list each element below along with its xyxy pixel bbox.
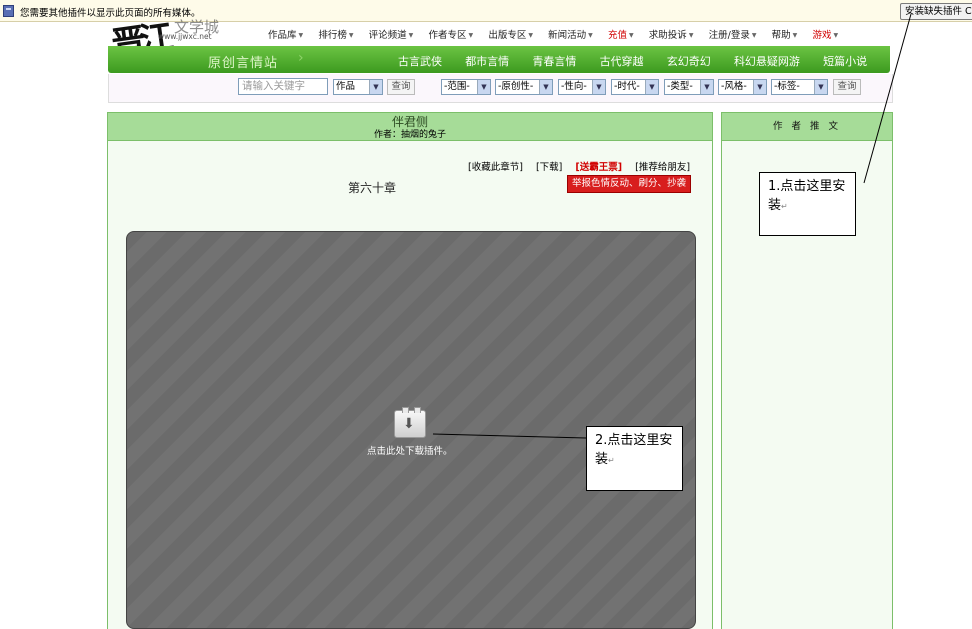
dropdown-arrow-icon: ▼ bbox=[539, 80, 552, 94]
category-item[interactable]: 古代穿越 bbox=[600, 53, 644, 69]
caret-down-icon: ▼ bbox=[528, 32, 533, 39]
filter-query-button[interactable]: 查询 bbox=[833, 79, 861, 95]
plugin-notification-bar: 您需要其他插件以显示此页面的所有媒体。 安装缺失插件 C bbox=[0, 0, 972, 22]
caret-down-icon: ▼ bbox=[751, 32, 757, 39]
chapter-actions: [收藏此章节] [下载] [送霸王票] [推荐给朋友] bbox=[468, 159, 700, 173]
return-mark-icon: ↵ bbox=[781, 202, 788, 211]
top-nav-item[interactable]: 评论频道 ▼ bbox=[369, 27, 414, 41]
filter-scope-select[interactable]: -范围- ▼ bbox=[441, 79, 491, 95]
chapter-panel-header: 伴君侧 作者：抽烟的兔子 bbox=[108, 113, 712, 141]
dropdown-arrow-icon: ▼ bbox=[592, 80, 605, 94]
report-button[interactable]: 举报色情反动、刷分、抄袭 bbox=[567, 175, 691, 193]
site-logo-url: www.jjwxc.net bbox=[158, 32, 212, 41]
caret-down-icon: ▼ bbox=[588, 32, 593, 39]
chapter-title: 第六十章 bbox=[348, 181, 397, 195]
dropdown-arrow-icon: ▼ bbox=[753, 80, 766, 94]
top-navigation: 作品库 ▼ 排行榜 ▼ 评论频道 ▼ 作者专区 ▼ 出版专区 ▼ 新闻活动 ▼ 充值 ▼ 求助… bbox=[268, 27, 850, 41]
dropdown-arrow-icon: ▼ bbox=[645, 80, 658, 94]
install-missing-plugins-button[interactable]: 安装缺失插件 C bbox=[900, 3, 972, 20]
download-link[interactable]: [下载] bbox=[536, 162, 562, 173]
instruction-callout-1: 1.点击这里安装↵ bbox=[759, 172, 856, 236]
site-section-title[interactable]: 原创言情站 bbox=[208, 52, 278, 71]
caret-down-icon: ▼ bbox=[348, 32, 354, 39]
instruction-callout-2-text: 2.点击这里安装 bbox=[595, 433, 673, 467]
instruction-callout-1-text: 1.点击这里安装 bbox=[768, 179, 846, 213]
filter-originality-select[interactable]: -原创性- ▼ bbox=[495, 79, 553, 95]
caret-down-icon: ▼ bbox=[833, 32, 839, 39]
top-nav-item[interactable]: 排行榜 ▼ bbox=[318, 27, 353, 41]
filter-style-select[interactable]: -风格- ▼ bbox=[718, 79, 767, 95]
caret-down-icon: ▼ bbox=[792, 32, 798, 39]
download-arrow-icon: ⬇ bbox=[403, 416, 415, 432]
dropdown-arrow-icon: ▼ bbox=[369, 80, 382, 94]
bookmark-chapter-link[interactable]: [收藏此章节] bbox=[468, 162, 523, 173]
top-nav-item[interactable]: 作品库 ▼ bbox=[268, 27, 303, 41]
return-mark-icon: ↵ bbox=[608, 456, 615, 465]
book-title[interactable]: 伴君侧 bbox=[108, 114, 712, 130]
search-query-button[interactable]: 查询 bbox=[387, 79, 415, 95]
top-nav-item[interactable]: 出版专区 ▼ bbox=[488, 27, 533, 41]
gift-ticket-link[interactable]: [送霸王票] bbox=[575, 162, 622, 173]
caret-down-icon: ▼ bbox=[408, 32, 414, 39]
top-nav-item[interactable]: 求助投诉 ▼ bbox=[649, 27, 694, 41]
puzzle-plugin-icon bbox=[3, 5, 14, 17]
instruction-callout-2: 2.点击这里安装↵ bbox=[586, 426, 683, 491]
top-nav-item-help[interactable]: 帮助 ▼ bbox=[772, 27, 798, 41]
caret-down-icon: ▼ bbox=[688, 32, 694, 39]
download-plugin-text[interactable]: 点击此处下载插件。 bbox=[367, 443, 453, 457]
recommend-link[interactable]: [推荐给朋友] bbox=[635, 162, 690, 173]
category-item[interactable]: 科幻悬疑网游 bbox=[734, 53, 800, 69]
site-header: 晋江 文学城 www.jjwxc.net 作品库 ▼ 排行榜 ▼ 评论频道 ▼ 作者专… bbox=[108, 18, 893, 103]
filter-era-select[interactable]: -时代- ▼ bbox=[611, 79, 659, 95]
dropdown-arrow-icon: ▼ bbox=[700, 80, 713, 94]
category-bar: 原创言情站 › 古言武侠 都市言情 青春言情 古代穿越 玄幻奇幻 科幻悬疑网游 … bbox=[108, 46, 890, 73]
top-nav-item[interactable]: 作者专区 ▼ bbox=[428, 27, 473, 41]
download-plugin-icon[interactable]: ⬇ bbox=[394, 407, 426, 438]
filter-orientation-select[interactable]: -性向- ▼ bbox=[558, 79, 606, 95]
top-nav-item-games[interactable]: 游戏 ▼ bbox=[812, 27, 838, 41]
caret-down-icon: ▼ bbox=[468, 32, 474, 39]
category-item[interactable]: 古言武侠 bbox=[398, 53, 442, 69]
search-type-select[interactable]: 作品 ▼ bbox=[333, 79, 383, 95]
search-bar: 请输入关键字 作品 ▼ 查询 -范围- ▼ -原创性- ▼ -性向- ▼ -时代- ▼ -… bbox=[108, 74, 893, 103]
category-item[interactable]: 玄幻奇幻 bbox=[667, 53, 711, 69]
category-item[interactable]: 都市言情 bbox=[465, 53, 509, 69]
dropdown-arrow-icon: ▼ bbox=[477, 80, 490, 94]
filter-genre-select[interactable]: -类型- ▼ bbox=[664, 79, 714, 95]
category-item[interactable]: 青春言情 bbox=[532, 53, 576, 69]
keyword-search-input[interactable]: 请输入关键字 bbox=[238, 78, 328, 95]
chapter-panel: 伴君侧 作者：抽烟的兔子 [收藏此章节] [下载] [送霸王票] [推荐给朋友]… bbox=[107, 112, 713, 629]
dropdown-arrow-icon: ▼ bbox=[814, 80, 827, 94]
category-navigation: 古言武侠 都市言情 青春言情 古代穿越 玄幻奇幻 科幻悬疑网游 短篇小说 bbox=[398, 53, 887, 69]
top-nav-item-login[interactable]: 注册/登录 ▼ bbox=[709, 27, 757, 41]
caret-down-icon: ▼ bbox=[298, 32, 304, 39]
caret-down-icon: ▼ bbox=[628, 32, 634, 39]
top-nav-item-recharge[interactable]: 充值 ▼ bbox=[608, 27, 634, 41]
book-author[interactable]: 作者：抽烟的兔子 bbox=[108, 130, 712, 140]
chevron-right-icon: › bbox=[298, 50, 304, 66]
category-item[interactable]: 短篇小说 bbox=[823, 53, 867, 69]
author-recommendation-heading: 作 者 推 文 bbox=[722, 113, 892, 141]
top-nav-item[interactable]: 新闻活动 ▼ bbox=[548, 27, 593, 41]
filter-tag-select[interactable]: -标签- ▼ bbox=[771, 79, 828, 95]
